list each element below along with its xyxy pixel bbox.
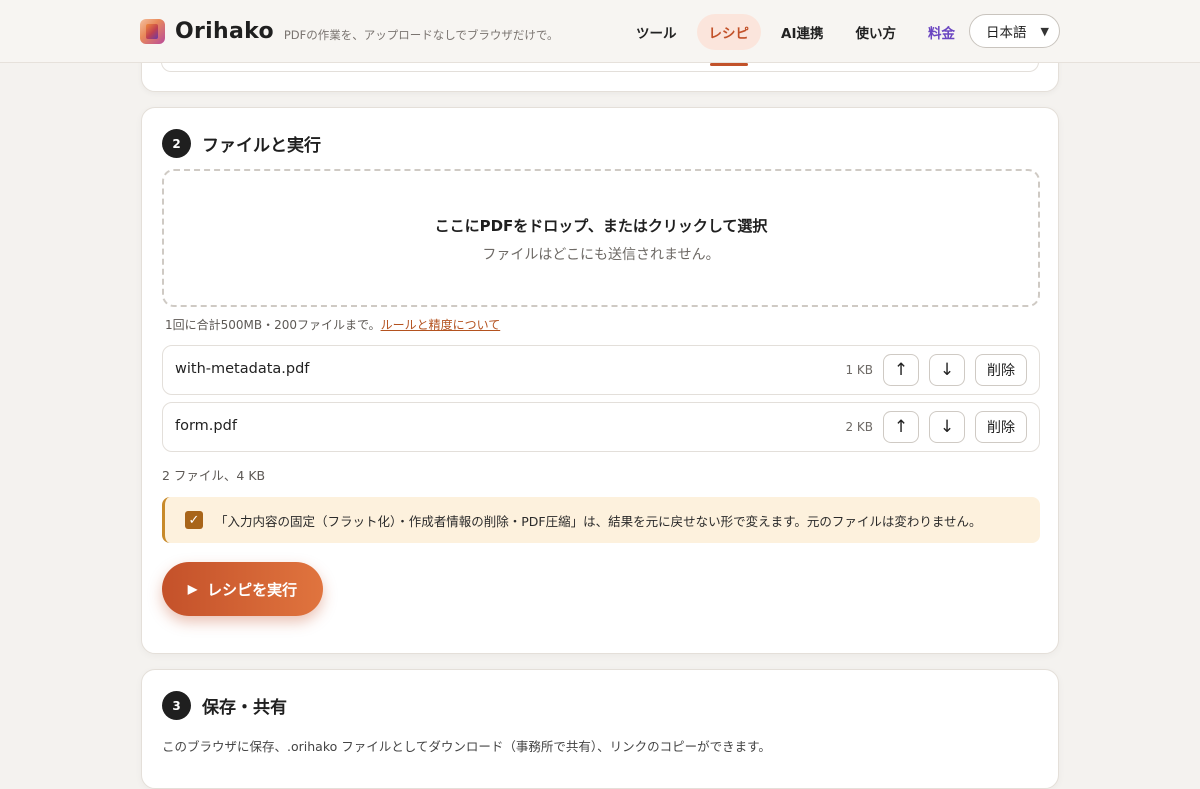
file-row: form.pdf 2 KB ↑ ↓ 削除 [162, 402, 1040, 452]
delete-file-button[interactable]: 削除 [975, 411, 1027, 443]
nav-pricing[interactable]: 料金 [916, 14, 967, 50]
limit-note-text: 1回に合計500MB・200ファイルまで。 [165, 318, 381, 332]
irreversible-warning: ✓ 「入力内容の固定（フラット化）・作成者情報の削除・PDF圧縮」は、結果を元に… [162, 497, 1040, 543]
step3-card: 3 保存・共有 このブラウザに保存、.orihako ファイルとしてダウンロード… [141, 669, 1059, 789]
move-down-button[interactable]: ↓ [929, 354, 965, 386]
nav-tools[interactable]: ツール [624, 14, 689, 50]
run-recipe-button[interactable]: ▶ レシピを実行 [162, 562, 323, 616]
file-name: with-metadata.pdf [175, 361, 310, 377]
delete-file-button[interactable]: 削除 [975, 354, 1027, 386]
chevron-down-icon: ▼ [1040, 24, 1049, 38]
nav-howto[interactable]: 使い方 [843, 14, 908, 50]
step3-description: このブラウザに保存、.orihako ファイルとしてダウンロード（事務所で共有）… [162, 739, 771, 754]
logo[interactable]: Orihako PDFの作業を、アップロードなしでブラウザだけで。 [140, 19, 558, 44]
step3-header: 3 保存・共有 [162, 691, 287, 720]
play-icon: ▶ [187, 582, 198, 596]
dropzone-title: ここにPDFをドロップ、またはクリックして選択 [434, 217, 768, 235]
move-down-button[interactable]: ↓ [929, 411, 965, 443]
step2-header: 2 ファイルと実行 [162, 129, 321, 158]
rules-link[interactable]: ルールと精度について [381, 318, 501, 332]
files-summary: 2 ファイル、4 KB [162, 468, 266, 483]
pdf-dropzone[interactable]: ここにPDFをドロップ、またはクリックして選択 ファイルはどこにも送信されません… [162, 169, 1040, 307]
move-up-button[interactable]: ↑ [883, 411, 919, 443]
top-header: Orihako PDFの作業を、アップロードなしでブラウザだけで。 ツール レシ… [0, 0, 1200, 66]
brand-name: Orihako [175, 19, 274, 44]
step2-card: 2 ファイルと実行 ここにPDFをドロップ、またはクリックして選択 ファイルはど… [141, 107, 1059, 654]
nav-ai[interactable]: AI連携 [769, 14, 835, 50]
step-title: ファイルと実行 [202, 136, 321, 156]
file-name: form.pdf [175, 418, 237, 434]
nav-recipes[interactable]: レシピ [696, 13, 761, 66]
file-row: with-metadata.pdf 1 KB ↑ ↓ 削除 [162, 345, 1040, 395]
step-title: 保存・共有 [202, 698, 287, 718]
confirm-checkbox[interactable]: ✓ [185, 511, 203, 529]
warning-text: 「入力内容の固定（フラット化）・作成者情報の削除・PDF圧縮」は、結果を元に戻せ… [215, 513, 982, 529]
limit-note: 1回に合計500MB・200ファイルまで。ルールと精度について [165, 316, 500, 333]
dropzone-subtitle: ファイルはどこにも送信されません。 [482, 247, 720, 263]
file-size: 2 KB [845, 420, 873, 434]
file-size: 1 KB [845, 363, 873, 377]
step-number-badge: 3 [162, 691, 191, 720]
language-select[interactable]: 日本語 ▼ [969, 14, 1060, 48]
step-number-badge: 2 [162, 129, 191, 158]
orihako-logo-icon [140, 19, 165, 44]
main-nav: ツール レシピ AI連携 使い方 料金 [620, 0, 971, 66]
run-recipe-label: レシピを実行 [207, 581, 298, 599]
tagline: PDFの作業を、アップロードなしでブラウザだけで。 [283, 27, 559, 42]
language-value: 日本語 [986, 25, 1027, 41]
move-up-button[interactable]: ↑ [883, 354, 919, 386]
